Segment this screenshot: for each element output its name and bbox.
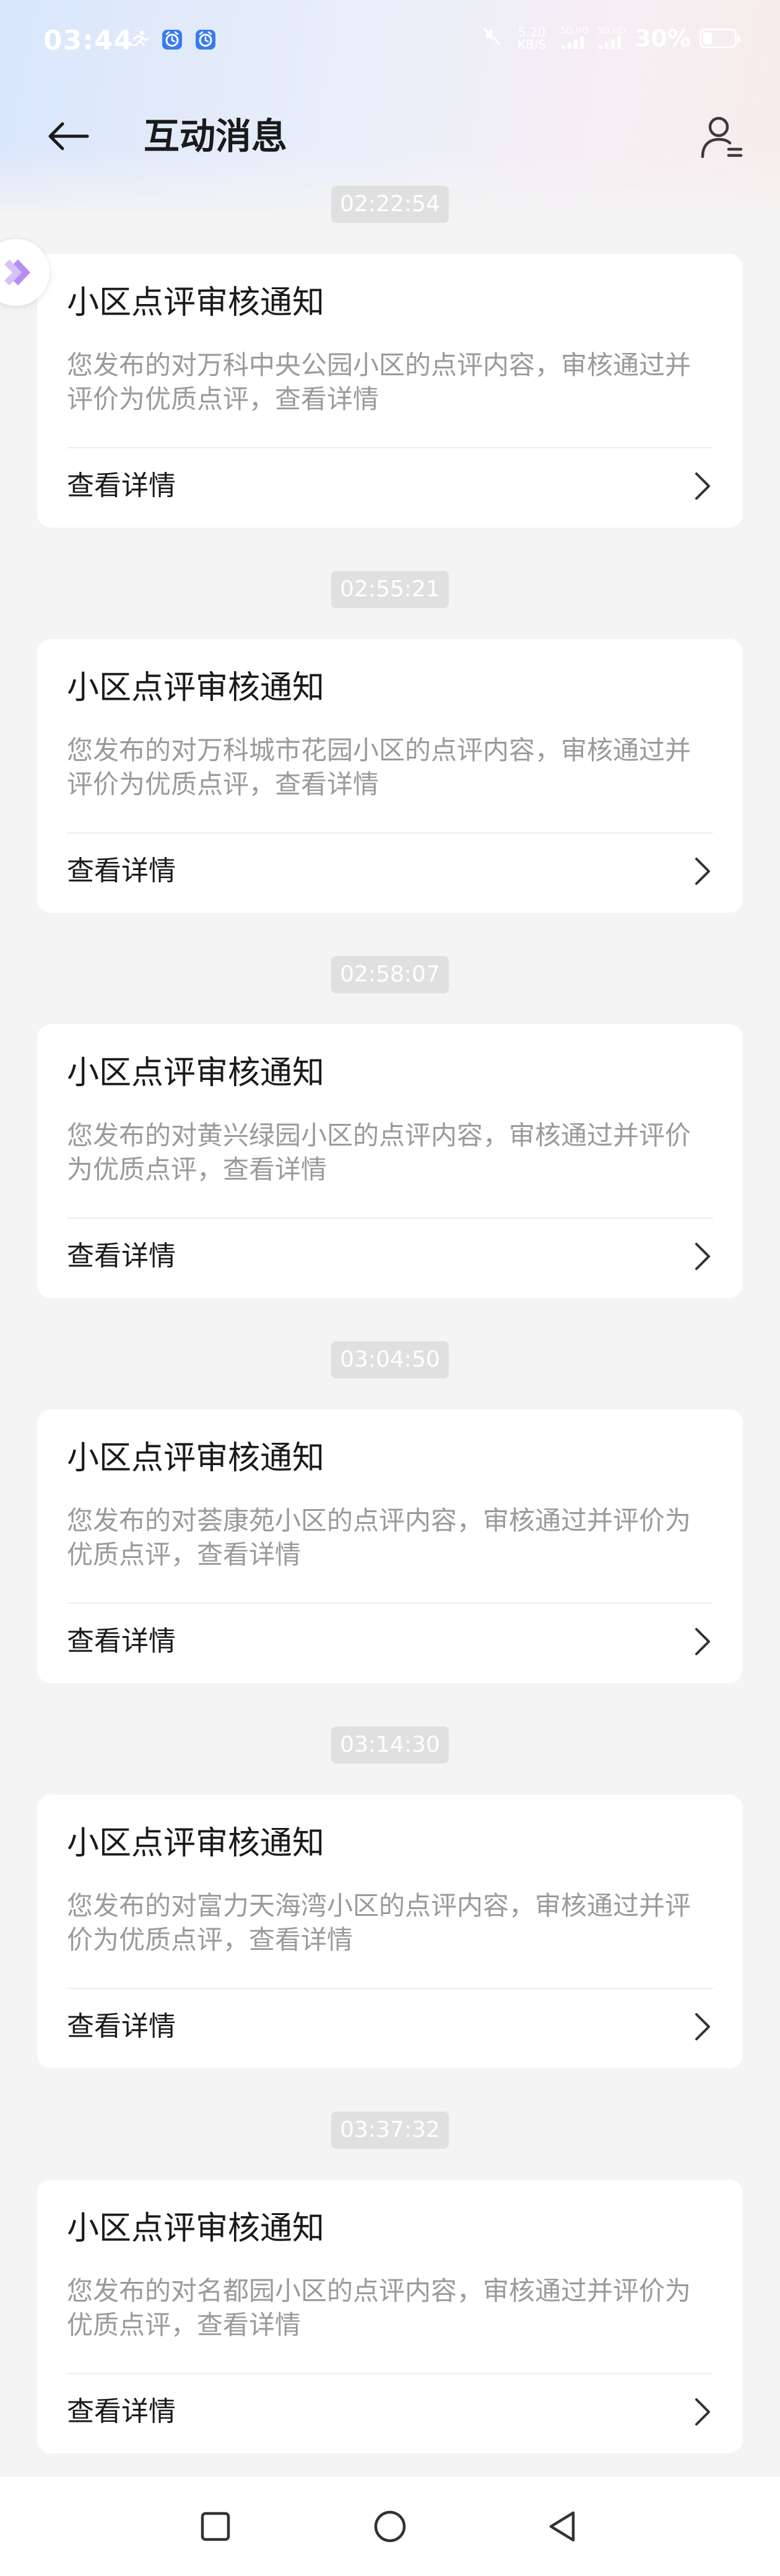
page-header: 互动消息 [0,93,780,180]
battery-icon [700,28,740,48]
triangle-back-icon [549,2511,575,2542]
message-body: 您发布的对名都园小区的点评内容，审核通过并评价为优质点评，查看详情 [67,2276,691,2340]
view-details-link[interactable]: 查看详情 [37,1604,743,1683]
battery-percent: 30% [635,25,691,52]
floating-assistant-icon [4,259,30,285]
message-card[interactable]: 小区点评审核通知 您发布的对富力天海湾小区的点评内容，审核通过并评价为优质点评，… [37,1795,743,2068]
message-title: 小区点评审核通知 [67,1055,325,1092]
chevron-right-icon [687,471,718,502]
message-timestamp: 03:04:50 [331,1341,449,1378]
message-title: 小区点评审核通知 [67,2210,325,2247]
message-timestamp: 02:58:07 [331,956,449,993]
message-timestamp: 03:14:30 [331,1726,449,1764]
message-title: 小区点评审核通知 [67,669,325,707]
chevron-right-icon [687,1241,718,1272]
view-details-label: 查看详情 [67,2396,176,2427]
back-nav-button[interactable] [537,2502,587,2551]
view-details-link[interactable]: 查看详情 [37,1219,743,1298]
app-notification-icon [161,28,183,53]
status-notification-icons [129,28,217,53]
system-navigation-bar [0,2477,780,2576]
user-settings-button[interactable] [695,109,750,165]
running-man-icon [129,29,150,53]
signal-bars-icon [561,37,584,49]
back-button[interactable] [43,111,93,161]
message-body: 您发布的对万科中央公园小区的点评内容，审核通过并评价为优质点评，查看详情 [67,350,691,414]
chevron-right-icon [687,856,718,887]
message-timestamp: 02:22:54 [331,186,449,223]
mute-icon [482,27,503,50]
app-notification-icon [194,28,217,53]
recent-apps-button[interactable] [191,2502,240,2551]
message-body: 您发布的对富力天海湾小区的点评内容，审核通过并评价为优质点评，查看详情 [67,1891,691,1955]
view-details-label: 查看详情 [67,855,176,887]
chevron-right-icon [687,2011,718,2042]
view-details-label: 查看详情 [67,1240,176,1272]
status-bar: 03:44 5.20 KB/S 5G HD 5G HD 30% [0,0,780,80]
message-card[interactable]: 小区点评审核通知 您发布的对荟康苑小区的点评内容，审核通过并评价为优质点评，查看… [37,1409,743,1683]
page-title: 互动消息 [144,115,288,157]
view-details-link[interactable]: 查看详情 [37,448,743,528]
message-card[interactable]: 小区点评审核通知 您发布的对黄兴绿园小区的点评内容，审核通过并评价为优质点评，查… [37,1024,743,1298]
message-body: 您发布的对万科城市花园小区的点评内容，审核通过并评价为优质点评，查看详情 [67,735,691,799]
message-title: 小区点评审核通知 [67,1440,325,1477]
sim2-signal: 5G HD [597,27,626,50]
status-system-icons: 5.20 KB/S 5G HD 5G HD 30% [482,25,740,52]
view-details-label: 查看详情 [67,2011,176,2042]
message-card[interactable]: 小区点评审核通知 您发布的对万科城市花园小区的点评内容，审核通过并评价为优质点评… [37,639,743,913]
circle-icon [374,2510,406,2543]
message-timestamp: 03:37:32 [331,2112,449,2149]
chevron-right-icon [687,1626,718,1657]
message-body: 您发布的对黄兴绿园小区的点评内容，审核通过并评价为优质点评，查看详情 [67,1120,691,1185]
view-details-label: 查看详情 [67,470,176,502]
user-settings-icon [701,116,743,159]
view-details-link[interactable]: 查看详情 [37,1989,743,2068]
square-icon [201,2512,230,2541]
message-card[interactable]: 小区点评审核通知 您发布的对万科中央公园小区的点评内容，审核通过并评价为优质点评… [37,254,743,528]
message-body: 您发布的对荟康苑小区的点评内容，审核通过并评价为优质点评，查看详情 [67,1505,691,1570]
message-title: 小区点评审核通知 [67,284,325,321]
sim1-signal: 5G HD [560,27,589,50]
chevron-right-icon [687,2396,718,2427]
message-timestamp: 02:55:21 [331,571,449,608]
battery-level-fill [703,32,712,45]
message-card[interactable]: 小区点评审核通知 您发布的对名都园小区的点评内容，审核通过并评价为优质点评，查看… [37,2180,743,2453]
network-speed: 5.20 KB/S [517,25,547,52]
status-time: 03:44 [43,25,134,56]
message-title: 小区点评审核通知 [67,1825,325,1862]
home-button[interactable] [365,2502,415,2551]
view-details-link[interactable]: 查看详情 [37,2374,743,2453]
arrow-left-icon [48,122,89,150]
view-details-link[interactable]: 查看详情 [37,833,743,913]
signal-bars-icon [599,37,622,49]
view-details-label: 查看详情 [67,1625,176,1657]
